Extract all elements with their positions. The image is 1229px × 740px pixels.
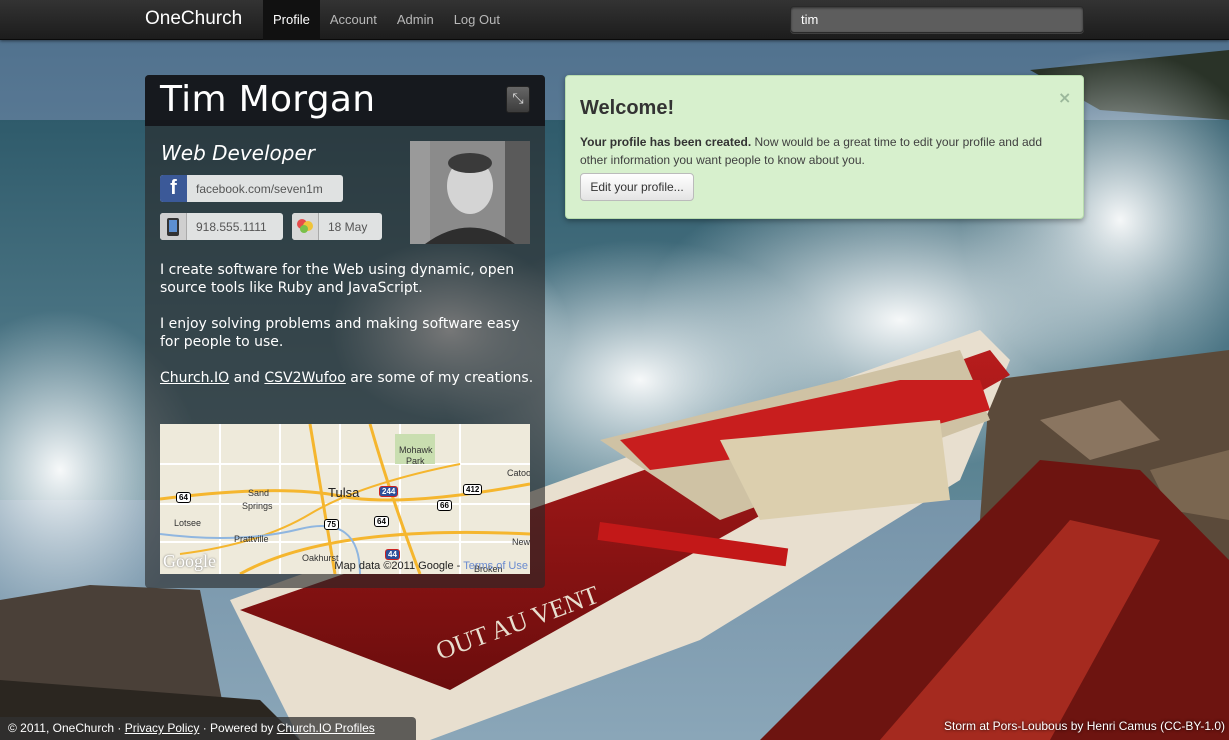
map-label: New: [512, 537, 530, 547]
map-label: Mohawk: [399, 445, 433, 455]
profile-card: Tim Morgan ⤡ Web Developer f facebook.co…: [145, 75, 545, 588]
google-logo: Google: [163, 551, 216, 571]
location-map[interactable]: Mohawk Park Tulsa Sand Springs Lotsee Pr…: [160, 424, 530, 574]
highway-shield: 44: [385, 549, 400, 560]
map-label: Oakhurst: [302, 553, 339, 563]
profile-header: Tim Morgan ⤡: [145, 75, 545, 126]
phone-number: 918.555.1111: [196, 219, 267, 234]
bio-paragraph: I create software for the Web using dyna…: [160, 262, 515, 296]
highway-shield: 244: [379, 486, 399, 497]
main-nav: Profile Account Admin Log Out: [263, 0, 510, 40]
search-input[interactable]: tim: [790, 6, 1084, 33]
copyright: © 2011, OneChurch ·: [8, 721, 125, 735]
profile-name: Tim Morgan: [160, 79, 376, 120]
map-label: Catoo: [507, 468, 530, 478]
map-label: Sand: [248, 488, 270, 498]
alert-message: Your profile has been created. Now would…: [580, 135, 1043, 167]
highway-shield: 66: [437, 500, 452, 511]
churchio-profiles-link[interactable]: Church.IO Profiles: [277, 721, 375, 735]
resize-icon[interactable]: ⤡: [506, 86, 530, 113]
nav-account[interactable]: Account: [320, 0, 387, 40]
phone-icon: [160, 213, 187, 240]
top-navbar: OneChurch Profile Account Admin Log Out …: [0, 0, 1229, 40]
phone-chip[interactable]: 918.555.1111: [160, 213, 283, 240]
nav-logout[interactable]: Log Out: [444, 0, 510, 40]
highway-shield: 75: [324, 519, 339, 530]
welcome-alert: Welcome! × Your profile has been created…: [565, 75, 1084, 219]
csv2wufoo-link[interactable]: CSV2Wufoo: [264, 370, 345, 386]
map-label: Lotsee: [174, 518, 202, 528]
avatar: [410, 141, 530, 244]
photo-credit: Storm at Pors-Loubous by Henri Camus (CC…: [944, 719, 1225, 733]
highway-shield: 64: [176, 492, 191, 503]
terms-link[interactable]: Terms of Use: [463, 560, 528, 572]
facebook-icon: f: [160, 175, 187, 202]
map-credit: Map data ©2011 Google - Terms of Use: [334, 560, 528, 572]
edit-profile-button[interactable]: Edit your profile...: [580, 173, 694, 201]
birthday-date: 18 May: [328, 219, 368, 234]
brand-logo[interactable]: OneChurch: [145, 0, 242, 40]
balloons-icon: [292, 213, 319, 240]
profile-bio: I create software for the Web using dyna…: [160, 261, 535, 405]
facebook-text: facebook.com/seven1m: [196, 181, 323, 196]
map-label: Park: [406, 456, 425, 466]
map-label: Prattville: [234, 534, 269, 544]
nav-admin[interactable]: Admin: [387, 0, 444, 40]
map-label: Tulsa: [328, 485, 360, 500]
facebook-link[interactable]: f facebook.com/seven1m: [160, 175, 343, 202]
bio-paragraph: I enjoy solving problems and making soft…: [160, 316, 520, 350]
privacy-policy-link[interactable]: Privacy Policy: [125, 721, 200, 735]
nav-profile[interactable]: Profile: [263, 0, 320, 40]
alert-title: Welcome!: [580, 97, 675, 119]
map-label: Springs: [242, 501, 273, 511]
highway-shield: 64: [374, 516, 389, 527]
birthday-chip: 18 May: [292, 213, 382, 240]
highway-shield: 412: [463, 484, 483, 495]
bio-paragraph: Church.IO and CSV2Wufoo are some of my c…: [160, 370, 534, 386]
close-icon[interactable]: ×: [1058, 88, 1071, 107]
job-title: Web Developer: [161, 141, 315, 165]
footer: © 2011, OneChurch · Privacy Policy · Pow…: [0, 717, 416, 740]
churchio-link[interactable]: Church.IO: [160, 370, 229, 386]
